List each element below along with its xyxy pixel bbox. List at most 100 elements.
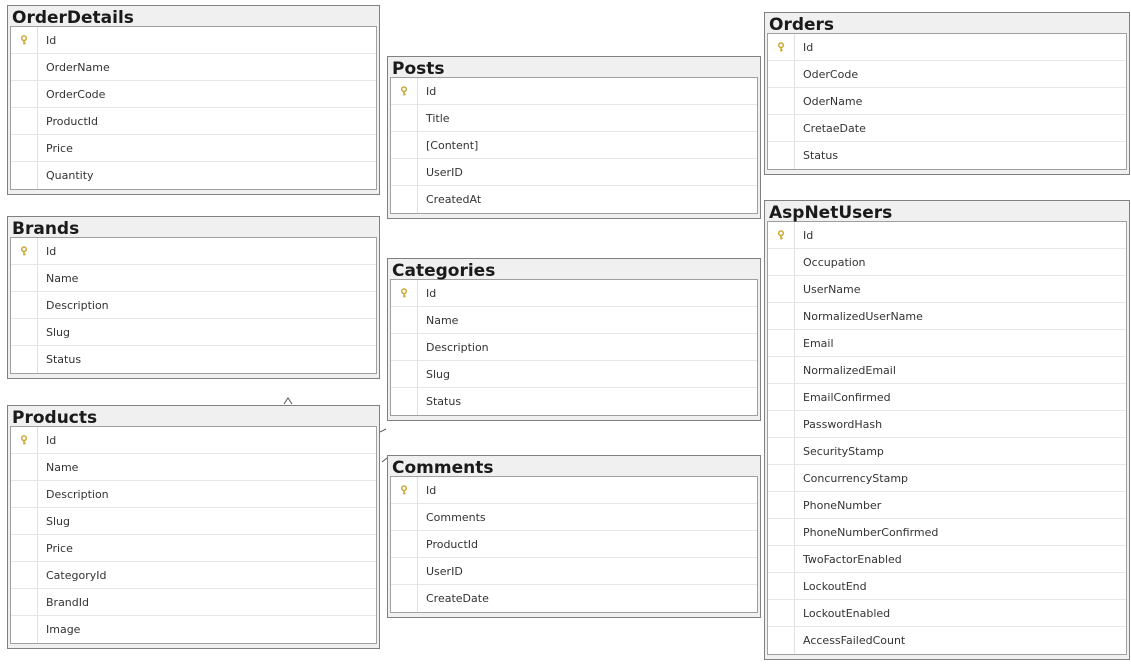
table-title: Brands — [12, 219, 80, 239]
table-title: Orders — [769, 15, 835, 35]
table-orders[interactable]: Orders Id OderCode OderName CretaeDate S… — [764, 12, 1130, 175]
column-name: OderCode — [803, 68, 859, 81]
column-row[interactable]: Id — [11, 238, 376, 265]
table-title: Comments — [392, 458, 494, 478]
column-name: CategoryId — [46, 569, 107, 582]
column-name: UserID — [426, 565, 463, 578]
column-row[interactable]: NormalizedUserName — [768, 303, 1126, 330]
column-name: ProductId — [426, 538, 478, 551]
column-row[interactable]: CategoryId — [11, 562, 376, 589]
column-row[interactable]: ProductId — [391, 531, 757, 558]
column-row[interactable]: Slug — [391, 361, 757, 388]
column-row[interactable]: LockoutEnabled — [768, 600, 1126, 627]
table-aspnetusers[interactable]: AspNetUsers Id Occupation UserName Norma… — [764, 200, 1130, 660]
column-row[interactable]: OrderCode — [11, 81, 376, 108]
column-row[interactable]: AccessFailedCount — [768, 627, 1126, 654]
column-row[interactable]: Price — [11, 535, 376, 562]
column-row[interactable]: Status — [11, 346, 376, 373]
column-grid: Id Comments ProductId UserID CreateDate — [390, 476, 758, 613]
column-row[interactable]: Slug — [11, 508, 376, 535]
column-name: Name — [46, 461, 79, 474]
column-name: Status — [803, 149, 839, 162]
column-name: Id — [426, 484, 437, 497]
column-row[interactable]: OrderName — [11, 54, 376, 81]
column-name: Description — [46, 488, 109, 501]
column-name: Slug — [46, 326, 70, 339]
column-name: Quantity — [46, 169, 94, 182]
column-row[interactable]: Name — [11, 454, 376, 481]
column-row[interactable]: Description — [391, 334, 757, 361]
column-row[interactable]: Description — [11, 481, 376, 508]
column-row[interactable]: BrandId — [11, 589, 376, 616]
table-posts[interactable]: Posts Id Title [Content] UserID CreatedA… — [387, 56, 761, 219]
column-row[interactable]: UserID — [391, 558, 757, 585]
column-row[interactable]: Id — [768, 222, 1126, 249]
column-row[interactable]: Status — [768, 142, 1126, 169]
primary-key-icon — [768, 34, 795, 60]
column-row[interactable]: SecurityStamp — [768, 438, 1126, 465]
column-name: OderName — [803, 95, 863, 108]
table-orderdetails[interactable]: OrderDetails Id OrderName OrderCode Prod… — [7, 5, 380, 195]
column-row[interactable]: Slug — [11, 319, 376, 346]
table-title: Categories — [392, 261, 496, 281]
column-row[interactable]: Price — [11, 135, 376, 162]
column-row[interactable]: Image — [11, 616, 376, 643]
column-row[interactable]: PasswordHash — [768, 411, 1126, 438]
column-name: Comments — [426, 511, 486, 524]
column-row[interactable]: [Content] — [391, 132, 757, 159]
column-row[interactable]: UserID — [391, 159, 757, 186]
column-row[interactable]: CretaeDate — [768, 115, 1126, 142]
column-row[interactable]: ConcurrencyStamp — [768, 465, 1126, 492]
column-row[interactable]: Id — [11, 27, 376, 54]
column-row[interactable]: PhoneNumberConfirmed — [768, 519, 1126, 546]
column-name: Email — [803, 337, 834, 350]
column-name: Name — [46, 272, 79, 285]
column-row[interactable]: Id — [391, 477, 757, 504]
column-row[interactable]: Description — [11, 292, 376, 319]
column-name: Id — [426, 85, 437, 98]
column-name: Price — [46, 542, 73, 555]
primary-key-icon — [391, 78, 418, 104]
column-row[interactable]: CreateDate — [391, 585, 757, 612]
primary-key-icon — [11, 427, 38, 453]
column-name: CreateDate — [426, 592, 489, 605]
column-name: ProductId — [46, 115, 98, 128]
column-row[interactable]: LockoutEnd — [768, 573, 1126, 600]
table-products[interactable]: Products Id Name Description Slug Price … — [7, 405, 380, 649]
column-name: PhoneNumberConfirmed — [803, 526, 939, 539]
table-title: Posts — [392, 59, 445, 79]
column-row[interactable]: EmailConfirmed — [768, 384, 1126, 411]
column-row[interactable]: Title — [391, 105, 757, 132]
column-name: Slug — [46, 515, 70, 528]
column-row[interactable]: ProductId — [11, 108, 376, 135]
column-name: BrandId — [46, 596, 89, 609]
column-row[interactable]: Id — [391, 280, 757, 307]
column-row[interactable]: UserName — [768, 276, 1126, 303]
column-row[interactable]: TwoFactorEnabled — [768, 546, 1126, 573]
table-comments[interactable]: Comments Id Comments ProductId UserID Cr… — [387, 455, 761, 618]
column-row[interactable]: Name — [11, 265, 376, 292]
column-row[interactable]: Status — [391, 388, 757, 415]
column-row[interactable]: Id — [768, 34, 1126, 61]
column-row[interactable]: OderCode — [768, 61, 1126, 88]
table-brands[interactable]: Brands Id Name Description Slug Status — [7, 216, 380, 379]
column-name: NormalizedEmail — [803, 364, 896, 377]
column-row[interactable]: OderName — [768, 88, 1126, 115]
table-categories[interactable]: Categories Id Name Description Slug Stat… — [387, 258, 761, 421]
column-grid: Id Name Description Slug Status — [390, 279, 758, 416]
column-row[interactable]: Occupation — [768, 249, 1126, 276]
table-title: AspNetUsers — [769, 203, 893, 223]
relationship-connector — [379, 428, 387, 433]
column-row[interactable]: CreatedAt — [391, 186, 757, 213]
column-name: PhoneNumber — [803, 499, 882, 512]
column-name: Occupation — [803, 256, 866, 269]
column-row[interactable]: PhoneNumber — [768, 492, 1126, 519]
column-row[interactable]: Name — [391, 307, 757, 334]
column-row[interactable]: Id — [391, 78, 757, 105]
column-row[interactable]: NormalizedEmail — [768, 357, 1126, 384]
column-row[interactable]: Comments — [391, 504, 757, 531]
column-row[interactable]: Email — [768, 330, 1126, 357]
column-row[interactable]: Id — [11, 427, 376, 454]
column-name: Status — [426, 395, 462, 408]
column-row[interactable]: Quantity — [11, 162, 376, 189]
